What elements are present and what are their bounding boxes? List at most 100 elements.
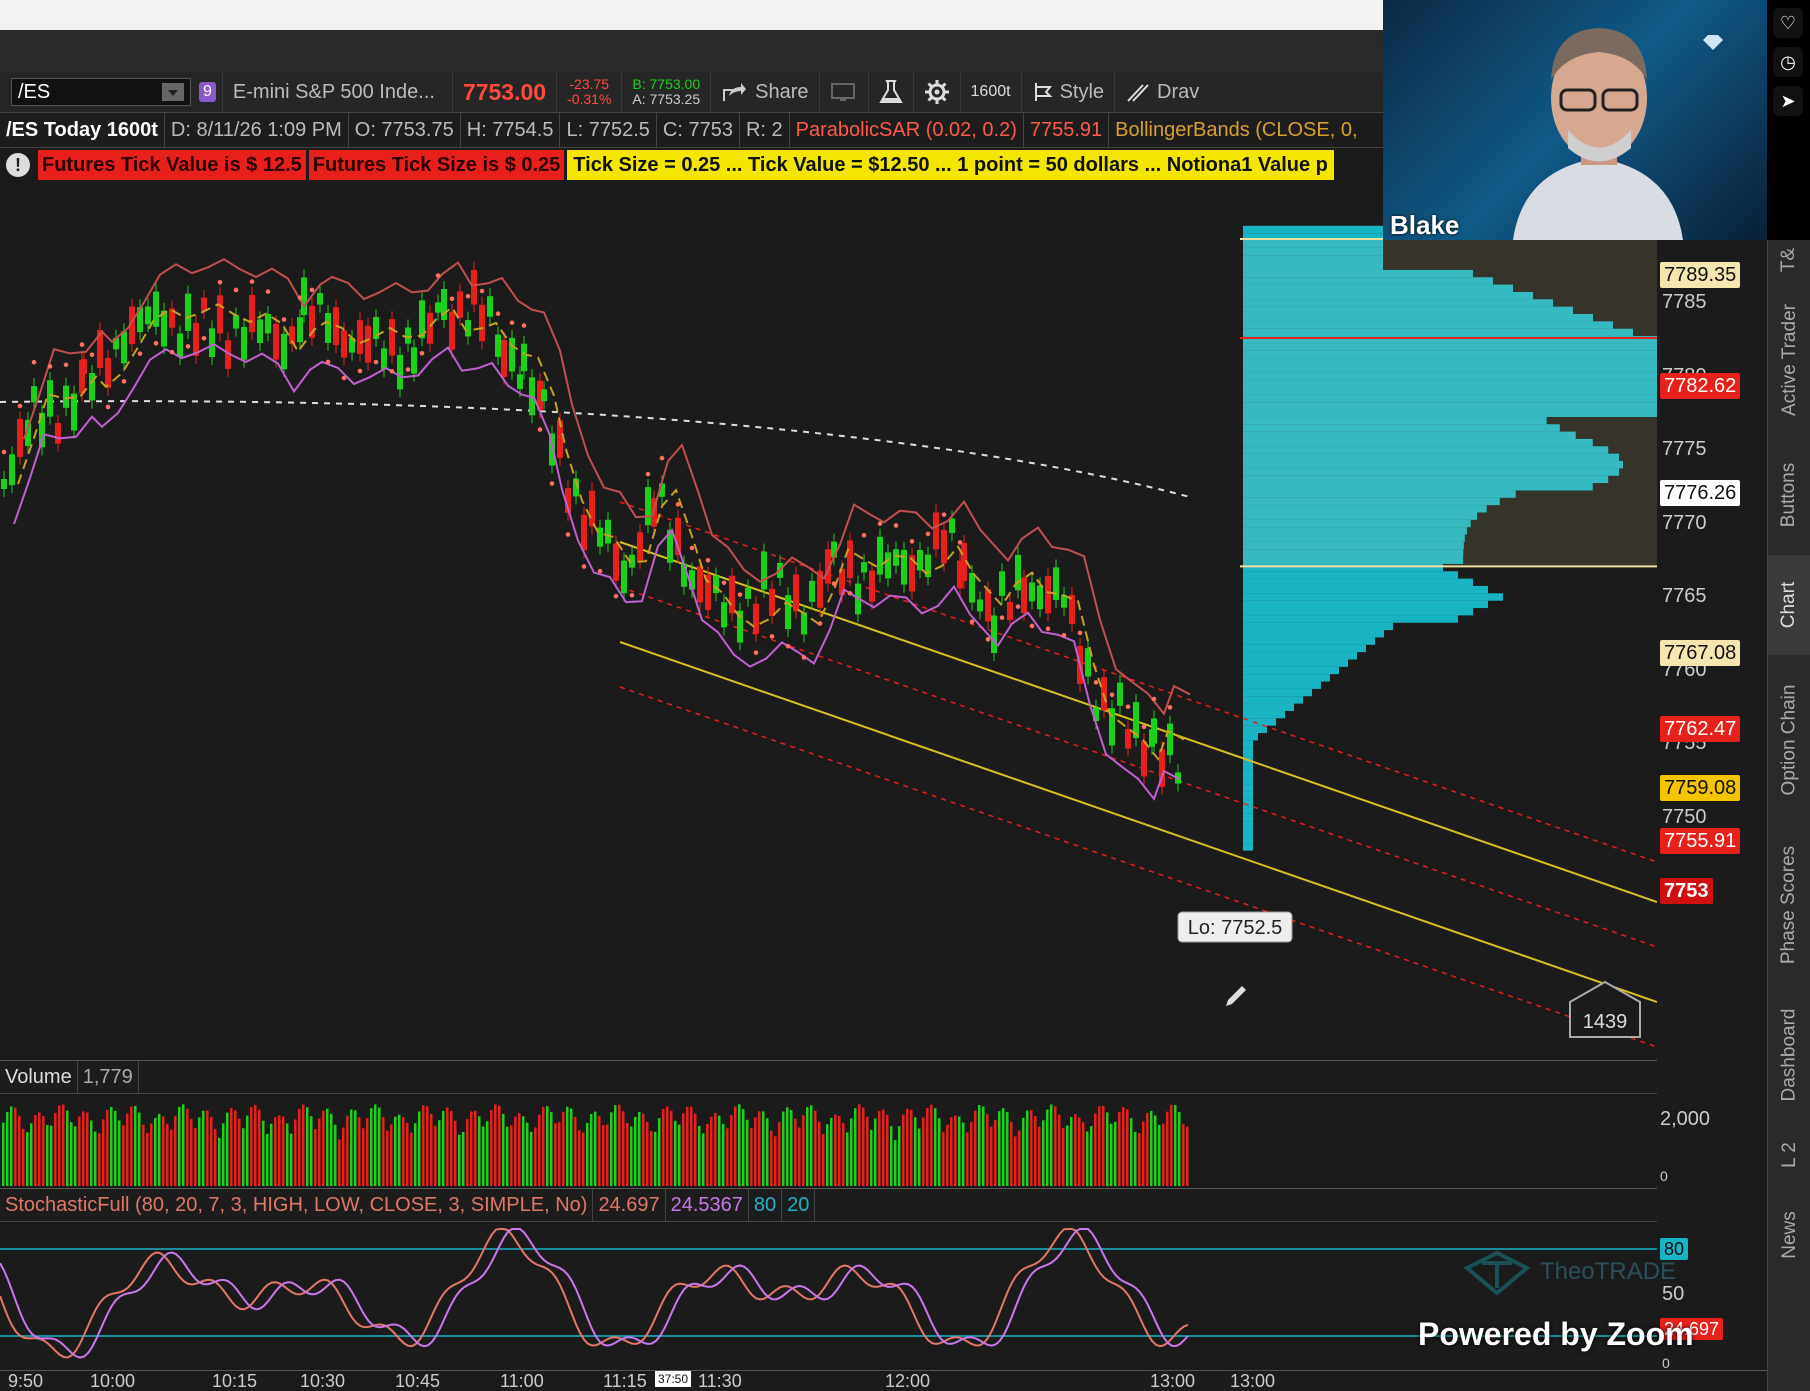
bar-high: H: 7754.5 — [461, 113, 561, 147]
volume-bar — [758, 1111, 761, 1186]
sar-dot — [645, 471, 651, 477]
volume-profile-bar — [1243, 710, 1285, 719]
volume-bar — [430, 1113, 433, 1186]
volume-bar — [490, 1110, 493, 1186]
volume-bar — [1130, 1118, 1133, 1186]
volume-chart[interactable] — [0, 1093, 1657, 1188]
tab-dashboard[interactable]: Dashboard — [1768, 990, 1810, 1120]
volume-bar — [690, 1106, 693, 1186]
volume-bar — [930, 1104, 933, 1186]
stochastic-label[interactable]: StochasticFull (80, 20, 7, 3, HIGH, LOW,… — [0, 1189, 594, 1221]
tab-chart[interactable]: Chart — [1768, 555, 1810, 655]
volume-bar — [726, 1128, 729, 1186]
volume-bar — [466, 1119, 469, 1186]
tab-active-trader[interactable]: Active Trader — [1768, 285, 1810, 435]
chevron-down-icon[interactable] — [162, 83, 184, 101]
sar-dot — [613, 593, 619, 599]
volume-bar — [238, 1118, 241, 1186]
symbol-selector[interactable]: /ES — [11, 78, 191, 106]
volume-bar — [1162, 1123, 1165, 1186]
channel-dash-line — [619, 686, 1657, 1048]
volume-bar — [934, 1108, 937, 1186]
candle-body — [501, 339, 507, 377]
candle-body — [495, 334, 501, 357]
clock-icon[interactable]: ◷ — [1773, 47, 1803, 77]
style-button[interactable]: Style — [1022, 72, 1116, 112]
tab-level2[interactable]: L 2 — [1768, 1125, 1810, 1185]
volume-bar — [410, 1132, 413, 1186]
settings-button[interactable] — [914, 72, 961, 112]
candle-body — [861, 562, 867, 573]
send-icon[interactable]: ➤ — [1773, 86, 1803, 116]
low-callout: Lo: 7752.5 — [1177, 911, 1293, 943]
price-chart[interactable]: Lo: 7752.5 1439 — [0, 182, 1657, 1060]
volume-profile-bar — [1243, 725, 1267, 733]
volume-bar — [990, 1126, 993, 1186]
heart-icon[interactable]: ♡ — [1773, 8, 1803, 38]
stochastic-chart[interactable] — [0, 1221, 1657, 1370]
flag-button[interactable] — [820, 72, 869, 112]
sar-study-label[interactable]: ParabolicSAR (0.02, 0.2) — [790, 113, 1024, 147]
volume-bar — [594, 1111, 597, 1186]
volume-bar — [1122, 1107, 1125, 1186]
aggregation-selector[interactable]: 1600t — [961, 72, 1022, 112]
low-callout-text: Lo: 7752.5 — [1188, 917, 1283, 939]
candle-body — [589, 490, 595, 527]
sar-dot — [233, 287, 239, 293]
volume-bar — [794, 1118, 797, 1186]
volume-bar — [602, 1125, 605, 1186]
candle-body — [637, 532, 643, 562]
volume-bar — [1102, 1105, 1105, 1186]
tab-buttons[interactable]: Buttons — [1768, 440, 1810, 550]
volume-bar — [458, 1134, 461, 1186]
volume-bar — [518, 1113, 521, 1186]
volume-bar — [1034, 1116, 1037, 1186]
time-label: 9:50 — [8, 1371, 44, 1391]
candle-body — [55, 422, 61, 444]
candle-body — [1151, 718, 1157, 744]
sar-dot — [1061, 632, 1067, 638]
channel-dash-line — [619, 586, 1657, 948]
chart-toolbar: /ES 9 E-mini S&P 500 Inde... 7753.00 -23… — [0, 72, 1383, 113]
time-label: 10:30 — [300, 1371, 346, 1391]
sar-dot — [1015, 604, 1021, 609]
volume-bar — [294, 1119, 297, 1186]
link-badge[interactable]: 9 — [199, 82, 216, 102]
studies-button[interactable] — [869, 72, 914, 112]
volume-bar — [1006, 1111, 1009, 1186]
volume-bar — [446, 1107, 449, 1186]
volume-bar — [1154, 1115, 1157, 1186]
volume-bar — [290, 1133, 293, 1186]
volume-bar — [666, 1106, 669, 1186]
volume-bar — [966, 1132, 969, 1186]
sar-dot — [479, 288, 485, 294]
volume-bar — [38, 1112, 41, 1186]
volume-profile-bar — [1243, 637, 1375, 645]
volume-bar — [958, 1116, 961, 1186]
tab-phase-scores[interactable]: Phase Scores — [1768, 825, 1810, 985]
volume-profile-bar — [1243, 571, 1458, 579]
volume-bar — [702, 1133, 705, 1186]
volume-bar — [718, 1115, 721, 1186]
volume-bar — [630, 1126, 633, 1186]
tab-time-and-sales[interactable]: T& — [1768, 240, 1810, 280]
volume-profile-bar — [1243, 791, 1253, 800]
sar-dot — [47, 364, 53, 369]
candle-body — [471, 269, 477, 305]
drawings-button[interactable]: Drav — [1115, 72, 1209, 112]
tab-label: News — [1778, 1211, 1800, 1259]
tab-option-chain[interactable]: Option Chain — [1768, 660, 1810, 820]
volume-bar — [674, 1120, 677, 1186]
volume-label[interactable]: Volume — [0, 1061, 78, 1093]
volume-bar — [694, 1113, 697, 1186]
candle-body — [301, 277, 307, 316]
bollinger-study-label[interactable]: BollingerBands (CLOSE, 0, — [1109, 113, 1363, 147]
volume-bar — [994, 1120, 997, 1186]
sar-dot — [629, 592, 635, 598]
volume-bar — [62, 1104, 65, 1186]
share-button[interactable]: Share — [711, 72, 820, 112]
tab-news[interactable]: News — [1768, 1190, 1810, 1280]
candle-body — [449, 311, 455, 350]
volume-bar — [730, 1115, 733, 1186]
tick-counter: 1439 — [1569, 980, 1641, 1038]
